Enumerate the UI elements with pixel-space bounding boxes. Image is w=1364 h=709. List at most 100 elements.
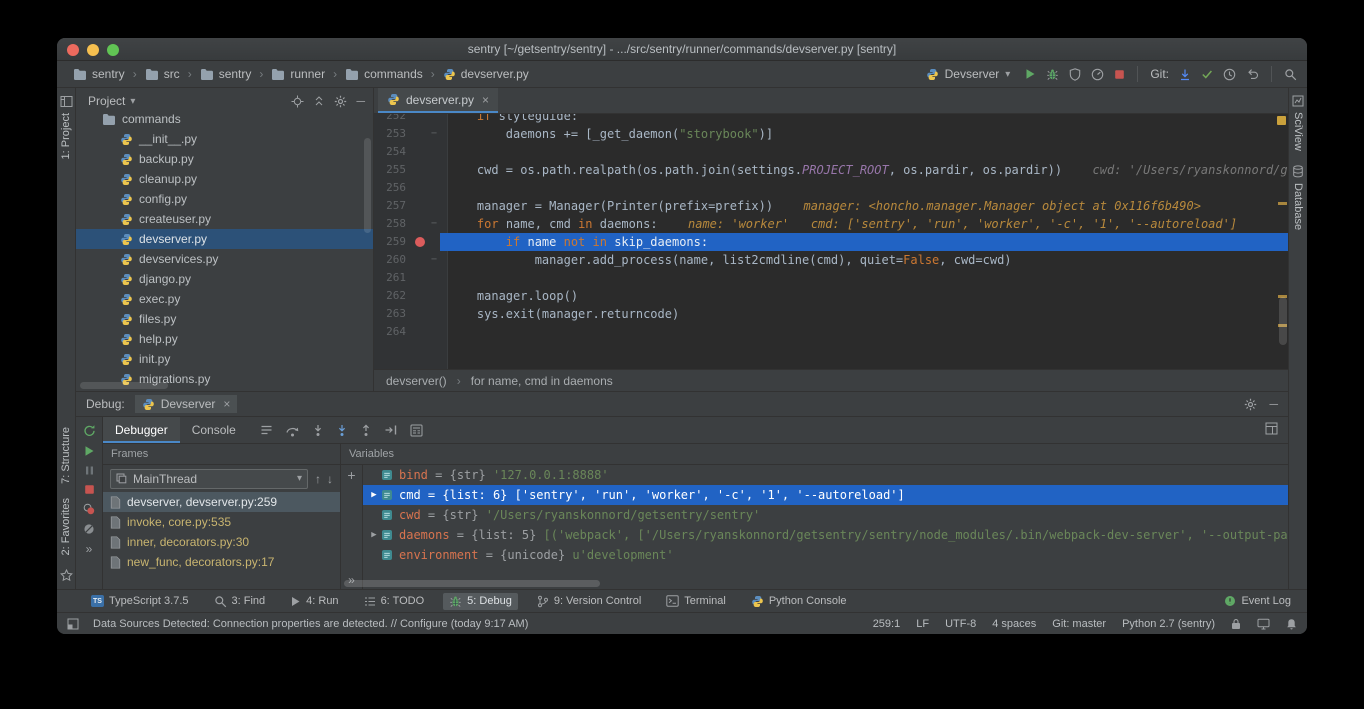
rollback-icon[interactable] [1246, 68, 1259, 80]
tool-strip-button-structure[interactable]: 7: Structure [60, 420, 72, 491]
stack-frame-item[interactable]: inner, decorators.py:30 [103, 532, 340, 552]
toggle-tool-windows-icon[interactable] [67, 618, 79, 630]
code-line[interactable]: 256 [374, 179, 1288, 197]
editor-breadcrumb-item[interactable]: devserver() [386, 374, 447, 388]
coverage-icon[interactable] [1069, 68, 1081, 81]
code-line[interactable]: 254 [374, 143, 1288, 161]
fold-marker[interactable]: − [428, 125, 440, 143]
more-icon[interactable]: » [86, 543, 93, 555]
project-tree-item[interactable]: cleanup.py [76, 169, 373, 189]
variable-item-cwd[interactable]: cwd = {str} '/Users/ryanskonnord/getsent… [363, 505, 1288, 525]
tool-window-button-9-version-control[interactable]: 9: Version Control [531, 593, 647, 610]
stop-icon[interactable] [1114, 69, 1125, 80]
project-tree-item[interactable]: files.py [76, 309, 373, 329]
chevron-down-icon[interactable]: ▾ [130, 96, 135, 107]
bell-icon[interactable] [1286, 618, 1297, 630]
tool-strip-button-sciview[interactable]: SciView [1292, 88, 1304, 158]
history-icon[interactable] [1223, 68, 1236, 81]
expand-arrow-icon[interactable]: ▶ [367, 490, 381, 500]
status-item-utf-8[interactable]: UTF-8 [945, 618, 976, 630]
breakpoint-gutter[interactable] [414, 233, 428, 251]
editor-scrollbar[interactable] [1279, 297, 1287, 345]
variable-item-cmd[interactable]: ▶cmd = {list: 6} ['sentry', 'run', 'work… [363, 485, 1288, 505]
code-line[interactable]: 258− for name, cmd in daemons: name: 'wo… [374, 215, 1288, 233]
lock-icon[interactable] [1231, 618, 1241, 630]
status-message[interactable]: Data Sources Detected: Connection proper… [93, 618, 528, 630]
code-line[interactable]: 257 manager = Manager(Printer(prefix=pre… [374, 197, 1288, 215]
step-over-icon[interactable] [285, 424, 300, 437]
status-item-lf[interactable]: LF [916, 618, 929, 630]
tool-window-button-typescript-3-7-5[interactable]: TSTypeScript 3.7.5 [85, 593, 195, 609]
project-tree-item[interactable]: help.py [76, 329, 373, 349]
tool-strip-button-database[interactable]: Database [1292, 158, 1304, 237]
breadcrumb-item-runner[interactable]: runner [269, 66, 327, 82]
code-line[interactable]: 262 manager.loop() [374, 287, 1288, 305]
status-item-git-master[interactable]: Git: master [1052, 618, 1106, 630]
code-line[interactable]: 259 if name not in skip_daemons: [374, 233, 1288, 251]
inspection-indicator-icon[interactable] [1277, 116, 1286, 125]
mute-breakpoints-icon[interactable] [83, 523, 95, 535]
project-panel-title[interactable]: Project [88, 94, 125, 108]
stack-frame-item[interactable]: invoke, core.py:535 [103, 512, 340, 532]
code-line[interactable]: 261 [374, 269, 1288, 287]
status-item-259-1[interactable]: 259:1 [873, 618, 901, 630]
profiler-icon[interactable] [1091, 68, 1104, 81]
expand-arrow-icon[interactable]: ▶ [367, 530, 381, 540]
run-to-cursor-icon[interactable] [384, 424, 398, 436]
tool-strip-button-project[interactable]: 1: Project [60, 88, 73, 166]
step-out-icon[interactable] [360, 424, 372, 437]
git-commit-icon[interactable] [1201, 68, 1213, 80]
tool-window-button-3-find[interactable]: 3: Find [208, 593, 272, 610]
tool-window-button-event-log[interactable]: Event Log [1218, 593, 1297, 609]
rerun-icon[interactable] [83, 424, 96, 437]
layout-icon[interactable] [1265, 422, 1278, 435]
project-tree-item[interactable]: devserver.py [76, 229, 373, 249]
tool-window-button-python-console[interactable]: Python Console [745, 593, 853, 610]
breadcrumb-item-src[interactable]: src [143, 66, 182, 82]
minimize-window-button[interactable] [87, 44, 99, 56]
thread-selector[interactable]: MainThread▾ [110, 469, 308, 489]
locate-icon[interactable] [291, 95, 304, 108]
debug-bug-icon[interactable] [1046, 68, 1059, 81]
project-horizontal-scrollbar[interactable] [80, 382, 168, 389]
code-line[interactable]: 255 cwd = os.path.realpath(os.path.join(… [374, 161, 1288, 179]
gear-icon[interactable] [1244, 398, 1257, 411]
collapse-all-icon[interactable] [313, 95, 325, 107]
project-tree-item[interactable]: backup.py [76, 149, 373, 169]
close-icon[interactable]: × [482, 93, 489, 107]
stack-frame-item[interactable]: new_func, decorators.py:17 [103, 552, 340, 572]
error-stripe-mark[interactable] [1278, 202, 1287, 205]
git-update-icon[interactable] [1179, 68, 1191, 81]
close-icon[interactable]: × [223, 397, 230, 411]
project-tree-item[interactable]: django.py [76, 269, 373, 289]
editor-breadcrumb-item[interactable]: for name, cmd in daemons [471, 374, 613, 388]
editor[interactable]: 252 if styleguide:253− daemons += [_get_… [374, 114, 1288, 369]
editor-tab[interactable]: devserver.py× [378, 88, 498, 113]
code-line[interactable]: 253− daemons += [_get_daemon("storybook"… [374, 125, 1288, 143]
evaluate-icon[interactable] [410, 424, 423, 437]
debug-session-tab[interactable]: Devserver× [135, 395, 238, 413]
project-vertical-scrollbar[interactable] [364, 138, 371, 233]
add-watch-button[interactable]: + [347, 468, 355, 482]
project-tree-item[interactable]: commands [76, 109, 373, 129]
project-tree-item[interactable]: __init__.py [76, 129, 373, 149]
force-step-into-icon[interactable] [336, 424, 348, 437]
tool-window-button-terminal[interactable]: Terminal [660, 593, 732, 609]
variable-item-environment[interactable]: environment = {unicode} u'development' [363, 545, 1288, 565]
step-into-icon[interactable] [312, 424, 324, 437]
code-area[interactable]: 252 if styleguide:253− daemons += [_get_… [374, 114, 1288, 369]
tab-debugger[interactable]: Debugger [103, 417, 180, 443]
pause-icon[interactable] [84, 465, 95, 476]
breadcrumb-item-commands[interactable]: commands [343, 66, 425, 82]
code-line[interactable]: 260− manager.add_process(name, list2cmdl… [374, 251, 1288, 269]
tool-window-button-6-todo[interactable]: 6: TODO [358, 593, 431, 609]
variable-item-daemons[interactable]: ▶daemons = {list: 5} [('webpack', ['/Use… [363, 525, 1288, 545]
tab-console[interactable]: Console [180, 417, 248, 443]
run-config-selector[interactable]: Devserver▾ [922, 65, 1015, 83]
stack-frame-item[interactable]: devserver, devserver.py:259 [103, 492, 340, 512]
status-item-4-spaces[interactable]: 4 spaces [992, 618, 1036, 630]
variable-item-bind[interactable]: bind = {str} '127.0.0.1:8888' [363, 465, 1288, 485]
code-line[interactable]: 263 sys.exit(manager.returncode) [374, 305, 1288, 323]
project-tree-item[interactable]: createuser.py [76, 209, 373, 229]
stop-square-icon[interactable] [84, 484, 95, 495]
